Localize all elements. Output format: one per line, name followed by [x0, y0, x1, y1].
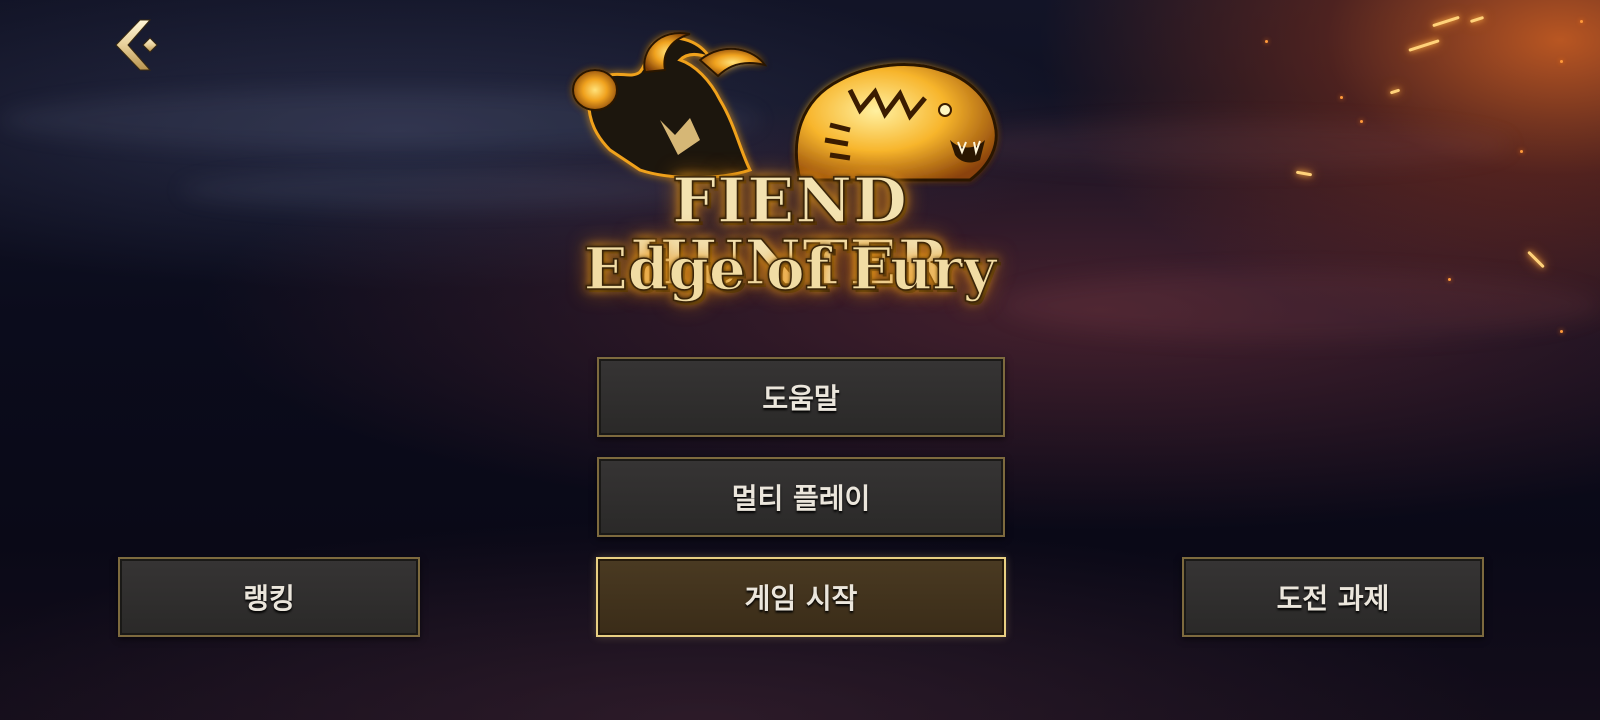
fire-spark — [1389, 88, 1401, 95]
ember — [1520, 150, 1523, 153]
ember — [1340, 96, 1343, 99]
ranking-button-label: 랭킹 — [243, 582, 295, 615]
start-game-button-label: 게임 시작 — [744, 582, 858, 615]
challenges-button-label: 도전 과제 — [1276, 582, 1390, 615]
chevron-left-icon — [115, 19, 158, 71]
back-button[interactable] — [110, 14, 172, 76]
game-logo: FIEND HUNTER Edge of Fury — [510, 30, 1070, 330]
challenges-button[interactable]: 도전 과제 — [1182, 557, 1484, 637]
multiplayer-button[interactable]: 멀티 플레이 — [597, 457, 1005, 537]
fire-spark — [1432, 15, 1460, 28]
ember — [1265, 40, 1268, 43]
ranking-button[interactable]: 랭킹 — [118, 557, 420, 637]
game-subtitle: Edge of Fury — [583, 235, 997, 303]
ember — [1448, 278, 1451, 281]
start-game-button[interactable]: 게임 시작 — [596, 557, 1006, 637]
multiplayer-button-label: 멀티 플레이 — [731, 482, 871, 515]
ember — [1360, 120, 1363, 123]
ember — [1580, 20, 1583, 23]
fire-spark — [1469, 15, 1485, 24]
fire-spark — [1527, 250, 1545, 269]
fire-spark — [1295, 170, 1313, 177]
fire-spark — [1408, 39, 1440, 52]
sky-cloud — [1000, 270, 1600, 340]
ember — [1560, 60, 1563, 63]
help-button[interactable]: 도움말 — [597, 357, 1005, 437]
help-button-label: 도움말 — [762, 382, 840, 415]
ember — [1560, 330, 1563, 333]
